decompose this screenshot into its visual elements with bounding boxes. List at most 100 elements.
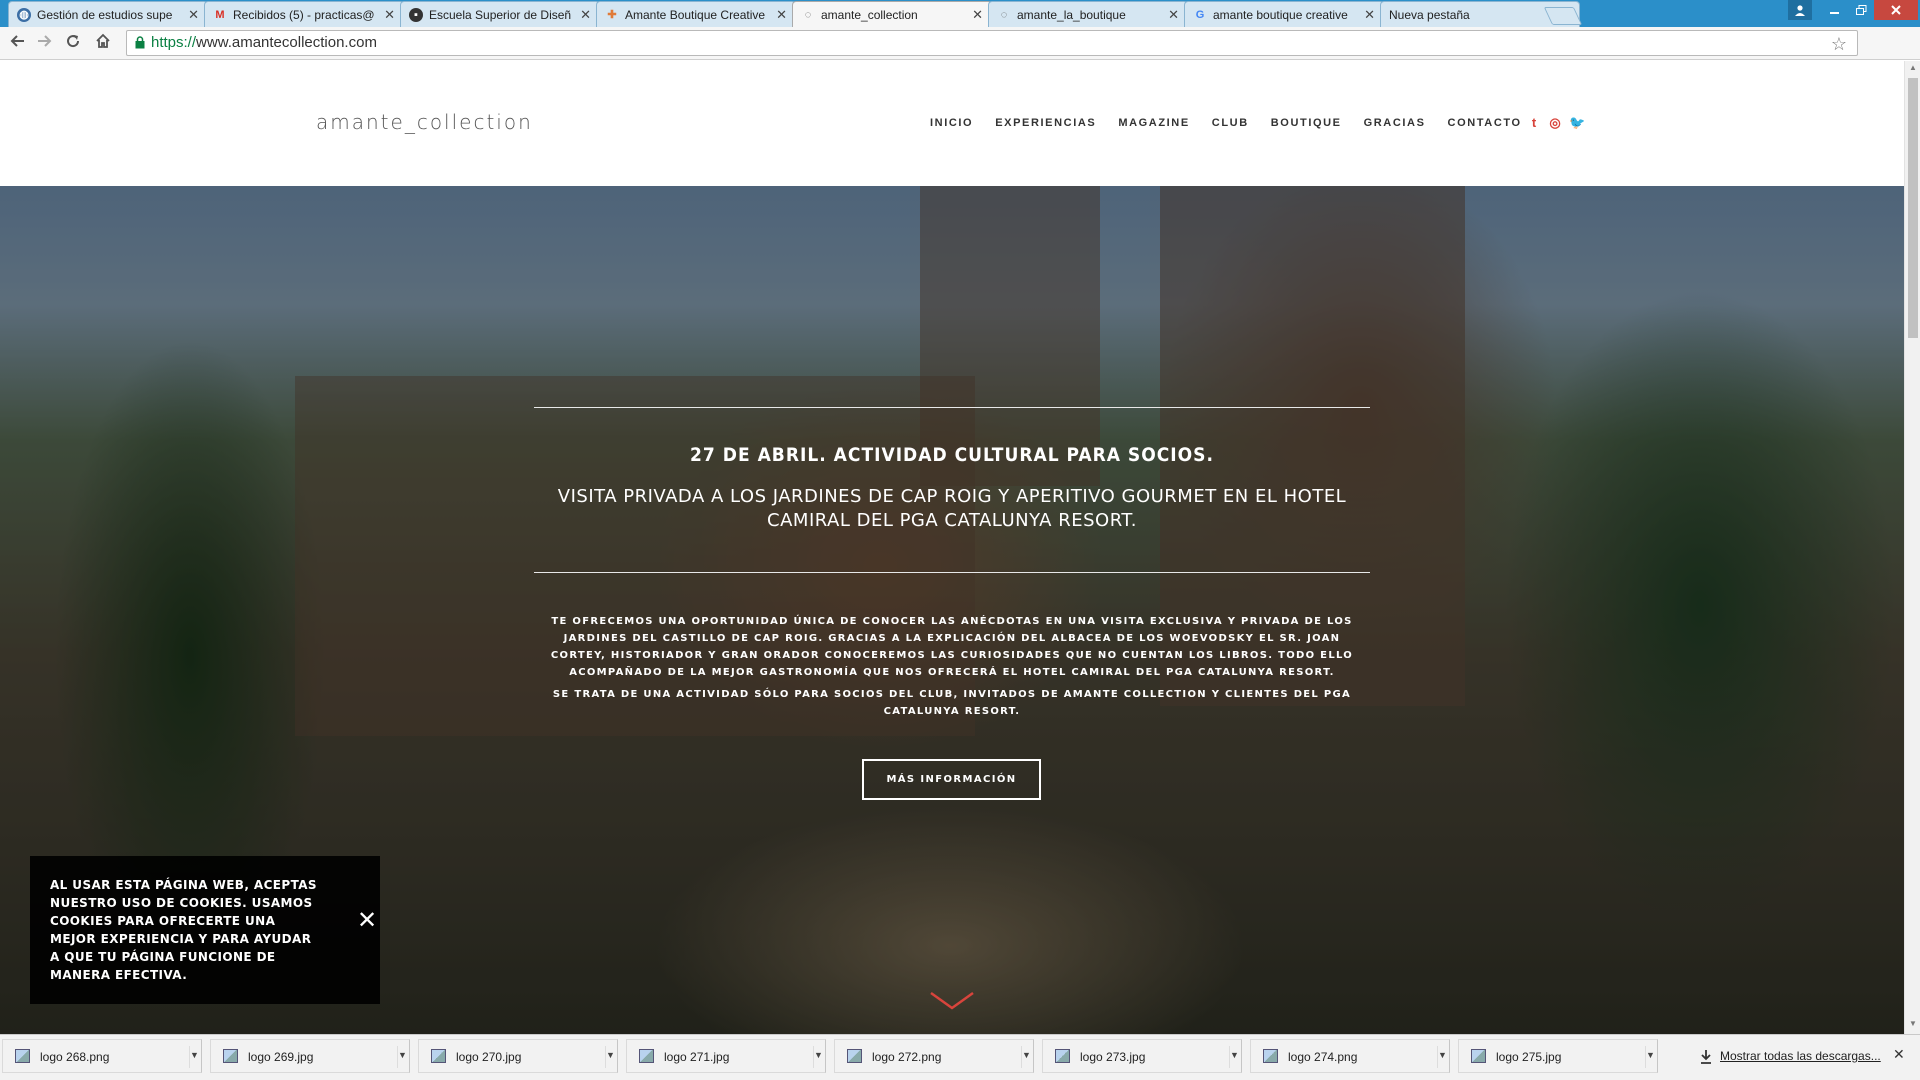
globe-icon: ◍ — [17, 7, 31, 22]
download-filename: logo 268.png — [40, 1050, 110, 1064]
tiles-icon: ✚ — [607, 9, 617, 21]
download-menu-arrow-icon[interactable]: ▼ — [605, 1046, 615, 1068]
download-filename: logo 270.jpg — [456, 1050, 522, 1064]
vertical-scrollbar[interactable]: ▲ ▼ — [1904, 61, 1920, 1034]
download-menu-arrow-icon[interactable]: ▼ — [1021, 1046, 1031, 1068]
download-item[interactable]: logo 272.png ▼ — [834, 1039, 1034, 1073]
download-filename: logo 272.png — [872, 1050, 942, 1064]
download-item[interactable]: logo 271.jpg ▼ — [626, 1039, 826, 1073]
scroll-up-arrow-icon[interactable]: ▲ — [1909, 63, 1917, 72]
more-info-button[interactable]: MÁS INFORMACIÓN — [862, 759, 1041, 800]
site-header: amante_collection INICIO EXPERIENCIAS MAGA… — [0, 61, 1904, 186]
browser-tab[interactable]: M Recibidos (5) - practicas@ ✕ — [204, 1, 404, 27]
tab-title: Escuela Superior de Diseñ — [429, 7, 572, 22]
scroll-down-arrow-icon[interactable]: ▼ — [1909, 1019, 1917, 1028]
browser-tab[interactable]: ▪ Escuela Superior de Diseñ ✕ — [400, 1, 600, 27]
chat-icon: ▪ — [409, 7, 423, 22]
tab-title: amante_la_boutique — [1017, 7, 1126, 22]
download-filename: logo 269.jpg — [248, 1050, 314, 1064]
download-menu-arrow-icon[interactable]: ▼ — [813, 1046, 823, 1068]
browser-tab[interactable]: ◌ amante_la_boutique ✕ — [988, 1, 1188, 27]
nav-item-inicio[interactable]: INICIO — [930, 117, 973, 129]
tab-close-icon[interactable]: ✕ — [384, 7, 395, 23]
tab-title: Amante Boutique Creative — [625, 7, 766, 22]
browser-tab[interactable]: Gamante boutique creative ✕ — [1184, 1, 1384, 27]
nav-item-gracias[interactable]: GRACIAS — [1364, 117, 1426, 129]
cookie-notice: AL USAR ESTA PÁGINA WEB, ACEPTAS NUESTRO… — [30, 856, 380, 1004]
close-window-icon[interactable] — [1874, 0, 1918, 20]
download-filename: logo 275.jpg — [1496, 1050, 1562, 1064]
download-item[interactable]: logo 273.jpg ▼ — [1042, 1039, 1242, 1073]
tab-title: Recibidos (5) - practicas@ — [233, 7, 375, 22]
download-item[interactable]: logo 269.jpg ▼ — [210, 1039, 410, 1073]
browser-tab[interactable]: ✚ Amante Boutique Creative ✕ — [596, 1, 796, 27]
image-file-icon — [1055, 1049, 1070, 1063]
image-file-icon — [639, 1049, 654, 1063]
tab-title: amante_collection — [821, 7, 918, 22]
image-file-icon — [1263, 1049, 1278, 1063]
scroll-down-chevron-icon[interactable] — [929, 991, 975, 1011]
nav-item-magazine[interactable]: MAGAZINE — [1118, 117, 1189, 129]
bookmark-star-icon[interactable]: ☆ — [1831, 32, 1847, 56]
gmail-icon: M — [215, 8, 225, 21]
image-file-icon — [431, 1049, 446, 1063]
tab-title: Nueva pestaña — [1389, 7, 1470, 22]
cookie-close-button[interactable]: ✕ — [357, 906, 377, 934]
hero-paragraph-2: SE TRATA DE UNA ACTIVIDAD SÓLO PARA SOCI… — [552, 689, 1352, 717]
instagram-icon[interactable]: ◎ — [1548, 115, 1562, 131]
tab-close-icon[interactable]: ✕ — [776, 7, 787, 23]
twitter-icon[interactable]: 🐦 — [1569, 115, 1585, 131]
hero-description: TE OFRECEMOS UNA OPORTUNIDAD ÚNICA DE CO… — [534, 613, 1370, 720]
image-file-icon — [1471, 1049, 1486, 1063]
address-bar[interactable]: https://www.amantecollection.com ☆ — [126, 30, 1858, 56]
home-icon[interactable] — [92, 33, 114, 55]
minimize-icon[interactable] — [1822, 0, 1848, 20]
tab-strip: ◍ Gestión de estudios supe ✕ M Recibidos (5)… — [0, 0, 1920, 27]
url-text: https://www.amantecollection.com — [151, 34, 377, 51]
download-menu-arrow-icon[interactable]: ▼ — [1645, 1046, 1655, 1068]
image-file-icon — [15, 1049, 30, 1063]
download-menu-arrow-icon[interactable]: ▼ — [1229, 1046, 1239, 1068]
site-logo[interactable]: amante_collection — [316, 110, 533, 134]
download-menu-arrow-icon[interactable]: ▼ — [1437, 1046, 1447, 1068]
download-menu-arrow-icon[interactable]: ▼ — [397, 1046, 407, 1068]
nav-item-contacto[interactable]: CONTACTO — [1448, 117, 1522, 129]
downloads-bar: logo 268.png ▼ logo 269.jpg ▼ logo 270.jpg ▼ l… — [0, 1034, 1920, 1080]
tab-title: amante boutique creative — [1213, 7, 1348, 22]
browser-tab[interactable]: ◍ Gestión de estudios supe ✕ — [8, 1, 208, 27]
download-item[interactable]: logo 275.jpg ▼ — [1458, 1039, 1658, 1073]
nav-item-boutique[interactable]: BOUTIQUE — [1271, 117, 1342, 129]
scroll-thumb[interactable] — [1908, 78, 1918, 338]
tab-close-icon[interactable]: ✕ — [188, 7, 199, 23]
tab-close-icon[interactable]: ✕ — [1168, 7, 1179, 23]
nav-item-club[interactable]: CLUB — [1212, 117, 1249, 129]
image-file-icon — [223, 1049, 238, 1063]
back-icon[interactable] — [6, 33, 28, 55]
tab-close-icon[interactable]: ✕ — [972, 7, 983, 23]
nav-item-experiencias[interactable]: EXPERIENCIAS — [995, 117, 1096, 129]
download-icon — [1701, 1050, 1711, 1064]
reload-icon[interactable] — [62, 33, 84, 55]
loading-icon: ◌ — [1000, 8, 1008, 21]
social-links: t ◎ 🐦 — [1527, 115, 1585, 131]
lock-icon — [135, 36, 145, 49]
browser-tab[interactable]: ◌ amante_collection ✕ — [792, 1, 992, 27]
download-item[interactable]: logo 268.png ▼ — [2, 1039, 202, 1073]
cookie-text: AL USAR ESTA PÁGINA WEB, ACEPTAS NUESTRO… — [50, 878, 317, 982]
download-menu-arrow-icon[interactable]: ▼ — [189, 1046, 199, 1068]
download-item[interactable]: logo 274.png ▼ — [1250, 1039, 1450, 1073]
show-all-downloads-link[interactable]: Mostrar todas las descargas... — [1720, 1049, 1881, 1063]
hero-divider-bottom — [534, 572, 1370, 573]
restore-icon[interactable] — [1848, 0, 1874, 20]
profile-icon[interactable] — [1788, 0, 1812, 20]
forward-icon[interactable] — [34, 33, 56, 55]
close-downloads-icon[interactable]: ✕ — [1893, 1046, 1905, 1063]
download-item[interactable]: logo 270.jpg ▼ — [418, 1039, 618, 1073]
image-file-icon — [847, 1049, 862, 1063]
tab-close-icon[interactable]: ✕ — [1364, 7, 1375, 23]
tumblr-icon[interactable]: t — [1527, 115, 1541, 131]
tab-close-icon[interactable]: ✕ — [580, 7, 591, 23]
loading-icon: ◌ — [804, 8, 812, 21]
download-filename: logo 273.jpg — [1080, 1050, 1146, 1064]
main-nav: INICIO EXPERIENCIAS MAGAZINE CLUB BOUTIQUE GR… — [930, 117, 1544, 129]
